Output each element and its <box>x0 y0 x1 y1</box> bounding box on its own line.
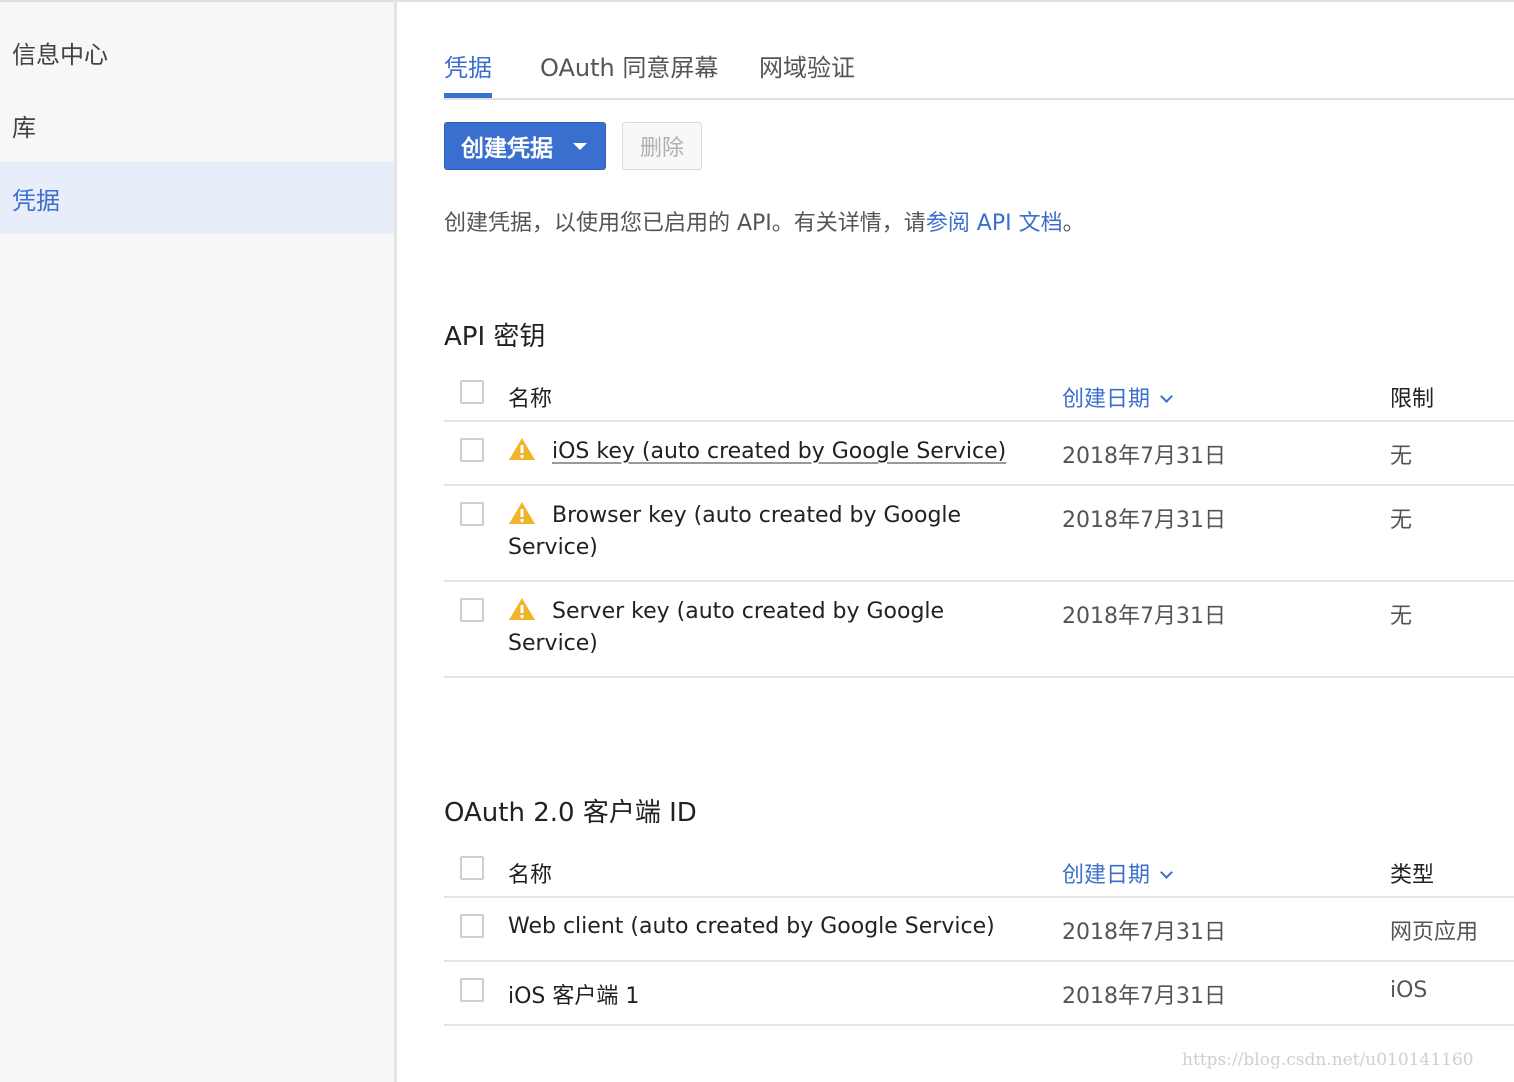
sidebar-divider <box>394 0 397 1082</box>
divider <box>444 896 1514 898</box>
intro-text-after: 。 <box>1062 211 1085 236</box>
table-row-checkbox[interactable] <box>460 438 484 462</box>
warning-triangle-icon <box>509 598 535 620</box>
divider <box>444 580 1514 582</box>
tab-oauth-consent[interactable]: OAuth 同意屏幕 <box>540 48 718 83</box>
divider <box>444 960 1514 962</box>
warning-triangle-icon <box>509 438 535 460</box>
table-row-name: Server key (auto created by Google Servi… <box>508 596 1008 660</box>
api-key-link[interactable]: Server key (auto created by Google <box>552 599 944 624</box>
api-keys-date-header[interactable]: 创建日期 <box>1062 381 1173 413</box>
watermark: https://blog.csdn.net/u010141160 <box>1182 1050 1474 1070</box>
table-row-date: 2018年7月31日 <box>1062 984 1226 1009</box>
intro-text-before: 创建凭据，以使用您已启用的 API。有关详情，请 <box>444 211 926 236</box>
table-row-date: 2018年7月31日 <box>1062 508 1226 533</box>
table-row-checkbox[interactable] <box>460 598 484 622</box>
main-content: 凭据 OAuth 同意屏幕 网域验证 创建凭据 删除 创建凭据，以使用您已启用的… <box>444 0 1514 1082</box>
create-credentials-label: 创建凭据 <box>461 136 553 162</box>
chevron-down-icon <box>1160 390 1173 403</box>
oauth-name-header: 名称 <box>508 863 553 888</box>
table-row-restriction: 无 <box>1390 604 1413 629</box>
active-tab-indicator <box>444 93 492 98</box>
table-row-date: 2018年7月31日 <box>1062 444 1226 469</box>
api-keys-title: API 密钥 <box>444 322 546 352</box>
oauth-date-header-label: 创建日期 <box>1062 863 1151 888</box>
delete-button[interactable]: 删除 <box>622 122 702 170</box>
table-row-name: Browser key (auto created by Google Serv… <box>508 500 1008 564</box>
api-key-link-continued[interactable]: Service) <box>508 532 1008 564</box>
oauth-client-link[interactable]: Web client (auto created by Google Servi… <box>508 914 995 939</box>
sidebar-item-library[interactable]: 库 <box>0 89 395 161</box>
api-keys-select-all-checkbox[interactable] <box>460 380 484 404</box>
sidebar-item-dashboard[interactable]: 信息中心 <box>0 16 395 88</box>
oauth-date-header[interactable]: 创建日期 <box>1062 857 1173 889</box>
oauth-select-all-checkbox[interactable] <box>460 856 484 880</box>
table-row-date: 2018年7月31日 <box>1062 604 1226 629</box>
divider <box>444 484 1514 486</box>
tab-credentials[interactable]: 凭据 <box>444 48 492 83</box>
caret-down-icon <box>573 143 587 150</box>
oauth-type-header: 类型 <box>1390 863 1435 888</box>
table-row-checkbox[interactable] <box>460 914 484 938</box>
create-credentials-button[interactable]: 创建凭据 <box>444 122 606 170</box>
table-row-date: 2018年7月31日 <box>1062 920 1226 945</box>
divider <box>444 420 1514 422</box>
table-row-type: 网页应用 <box>1390 920 1479 945</box>
table-row-type: iOS <box>1390 978 1428 1003</box>
divider <box>444 1024 1514 1026</box>
sidebar-item-credentials[interactable]: 凭据 <box>0 162 395 234</box>
tab-bar: 凭据 OAuth 同意屏幕 网域验证 <box>444 0 1514 100</box>
sidebar: 信息中心 库 凭据 <box>0 2 395 1082</box>
api-key-link[interactable]: Browser key (auto created by Google <box>552 503 961 528</box>
divider <box>444 676 1514 678</box>
intro-text: 创建凭据，以使用您已启用的 API。有关详情，请参阅 API 文档。 <box>444 205 1085 237</box>
table-row-restriction: 无 <box>1390 508 1413 533</box>
api-keys-restriction-header: 限制 <box>1390 387 1435 412</box>
api-key-link-continued[interactable]: Service) <box>508 628 1008 660</box>
oauth-client-link[interactable]: iOS 客户端 1 <box>508 978 639 1010</box>
api-key-link[interactable]: iOS key (auto created by Google Service) <box>552 439 1006 464</box>
table-row-name: iOS key (auto created by Google Service) <box>508 436 1008 468</box>
oauth-clients-title: OAuth 2.0 客户端 ID <box>444 798 697 828</box>
warning-triangle-icon <box>509 502 535 524</box>
table-row-checkbox[interactable] <box>460 502 484 526</box>
tab-domain-verification[interactable]: 网域验证 <box>759 48 855 83</box>
api-keys-name-header: 名称 <box>508 387 553 412</box>
api-keys-date-header-label: 创建日期 <box>1062 387 1151 412</box>
table-row-restriction: 无 <box>1390 444 1413 469</box>
api-docs-link[interactable]: 参阅 API 文档 <box>926 211 1063 236</box>
table-row-checkbox[interactable] <box>460 978 484 1002</box>
chevron-down-icon <box>1160 866 1173 879</box>
